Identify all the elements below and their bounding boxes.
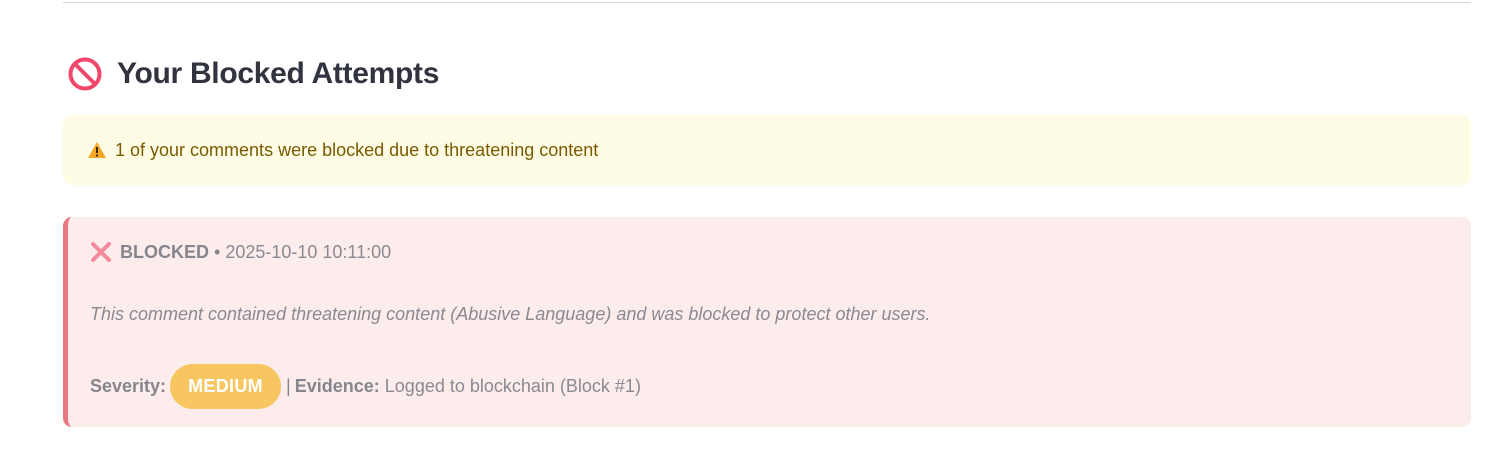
separator-dot: •	[214, 241, 221, 262]
section-title: Your Blocked Attempts	[117, 57, 440, 90]
warning-icon	[87, 141, 107, 159]
section-heading: Your Blocked Attempts	[67, 52, 439, 96]
blocked-attempts-page: Your Blocked Attempts 1 of your comments…	[0, 0, 1509, 467]
severity-label: Severity:	[90, 375, 167, 396]
blocked-message: This comment contained threatening conte…	[90, 304, 931, 324]
status-label: BLOCKED	[120, 241, 209, 262]
card-header: BLOCKED • 2025-10-10 10:11:00	[90, 241, 391, 263]
pipe-separator: |	[286, 375, 291, 396]
warning-banner: 1 of your comments were blocked due to t…	[63, 115, 1471, 185]
evidence-label: Evidence:	[294, 375, 380, 396]
cross-mark-icon	[90, 241, 112, 263]
top-divider	[63, 2, 1471, 3]
severity-badge: MEDIUM	[170, 363, 282, 409]
no-entry-icon	[67, 56, 103, 92]
warning-text: 1 of your comments were blocked due to t…	[115, 139, 599, 160]
evidence-value: Logged to blockchain (Block #1)	[384, 375, 641, 396]
blocked-attempt-card: BLOCKED • 2025-10-10 10:11:00 This comme…	[63, 217, 1471, 427]
card-footer: Severity: MEDIUM | Evidence: Logged to b…	[90, 363, 641, 409]
timestamp: 2025-10-10 10:11:00	[225, 241, 392, 262]
